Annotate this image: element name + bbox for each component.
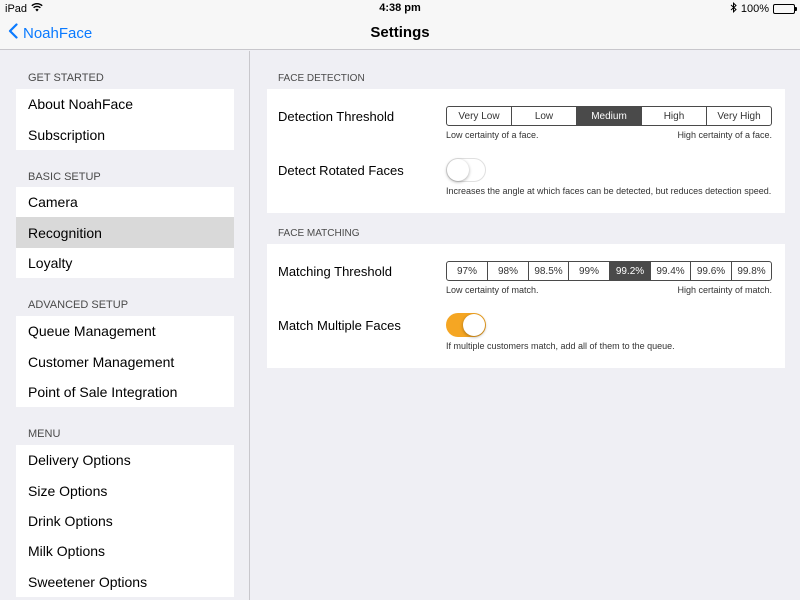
sidebar-item-label: Customer Management — [28, 353, 175, 370]
sidebar-item-size-options[interactable]: Size Options — [16, 475, 234, 505]
sidebar-item-label: Delivery Options — [28, 452, 131, 469]
battery-icon — [773, 4, 797, 14]
sidebar: GET STARTED About NoahFace Subscription … — [0, 51, 250, 600]
matching-option-99[interactable]: 99% — [569, 262, 610, 280]
detection-threshold-label: Detection Threshold — [278, 109, 395, 124]
sidebar-item-label: Drink Options — [28, 512, 113, 529]
sidebar-item-queue-management[interactable]: Queue Management — [16, 316, 234, 346]
detection-option-low[interactable]: Low — [512, 107, 577, 125]
section-header-face-detection: FACE DETECTION — [278, 73, 365, 84]
sidebar-item-recognition[interactable]: Recognition — [16, 217, 234, 248]
sidebar-item-label: Sweetener Options — [28, 573, 148, 590]
sidebar-item-label: Loyalty — [28, 254, 73, 271]
sidebar-item-milk-options[interactable]: Milk Options — [16, 536, 234, 566]
group-face-detection: Detection Threshold Very Low Low Medium … — [267, 89, 785, 213]
match-multiple-faces-hint: If multiple customers match, add all of … — [446, 341, 675, 351]
sidebar-item-subscription[interactable]: Subscription — [16, 119, 234, 149]
detection-hint-high: High certainty of a face. — [677, 130, 772, 140]
detection-option-medium[interactable]: Medium — [577, 107, 642, 125]
matching-option-99-8[interactable]: 99.8% — [732, 262, 771, 280]
matching-option-99-2[interactable]: 99.2% — [610, 262, 651, 280]
sidebar-item-label: Point of Sale Integration — [28, 383, 178, 400]
sidebar-item-pos-integration[interactable]: Point of Sale Integration — [16, 377, 234, 407]
group-face-matching: Matching Threshold 97% 98% 98.5% 99% 99.… — [267, 244, 785, 368]
status-right: 100% — [730, 2, 797, 16]
group-basic-setup: Camera Recognition Loyalty — [16, 187, 234, 279]
sidebar-item-customer-management[interactable]: Customer Management — [16, 346, 234, 376]
group-get-started: About NoahFace Subscription — [16, 89, 234, 150]
matching-option-97[interactable]: 97% — [447, 262, 488, 280]
toggle-knob — [463, 314, 485, 336]
battery-percent: 100% — [740, 3, 769, 15]
matching-threshold-label: Matching Threshold — [278, 264, 392, 279]
sidebar-item-delivery-options[interactable]: Delivery Options — [16, 445, 234, 475]
matching-option-99-4[interactable]: 99.4% — [651, 262, 691, 280]
sidebar-item-loyalty[interactable]: Loyalty — [16, 248, 234, 278]
sidebar-item-label: About NoahFace — [28, 96, 134, 113]
page-title: Settings — [370, 24, 430, 41]
sidebar-item-sweetener-options[interactable]: Sweetener Options — [16, 567, 234, 597]
detail-pane: FACE DETECTION Detection Threshold Very … — [251, 51, 800, 600]
matching-hint-high: High certainty of match. — [677, 285, 772, 295]
toggle-knob — [447, 159, 469, 181]
status-bar: iPad 4:38 pm 100% — [0, 0, 800, 16]
sidebar-item-about[interactable]: About NoahFace — [16, 89, 234, 119]
bluetooth-icon — [730, 2, 737, 16]
section-header-basic-setup: BASIC SETUP — [28, 171, 101, 183]
matching-threshold-control: 97% 98% 98.5% 99% 99.2% 99.4% 99.6% 99.8… — [446, 261, 772, 281]
sidebar-item-camera[interactable]: Camera — [16, 187, 234, 217]
section-header-get-started: GET STARTED — [28, 72, 104, 84]
matching-hint-low: Low certainty of match. — [446, 285, 539, 295]
sidebar-item-label: Size Options — [28, 482, 108, 499]
matching-option-99-6[interactable]: 99.6% — [691, 262, 732, 280]
match-multiple-faces-toggle[interactable] — [446, 313, 486, 337]
detect-rotated-faces-hint: Increases the angle at which faces can b… — [446, 186, 772, 196]
section-header-face-matching: FACE MATCHING — [278, 228, 360, 239]
group-menu: Delivery Options Size Options Drink Opti… — [16, 445, 234, 597]
detection-hint-low: Low certainty of a face. — [446, 130, 539, 140]
navigation-bar: NoahFace Settings — [0, 16, 800, 50]
detection-option-high[interactable]: High — [642, 107, 707, 125]
match-multiple-faces-label: Match Multiple Faces — [278, 318, 401, 333]
matching-option-98-5[interactable]: 98.5% — [529, 262, 569, 280]
sidebar-item-label: Queue Management — [28, 323, 156, 340]
detection-option-very-high[interactable]: Very High — [707, 107, 771, 125]
section-header-advanced-setup: ADVANCED SETUP — [28, 299, 129, 311]
sidebar-item-label: Camera — [28, 194, 78, 211]
status-time: 4:38 pm — [379, 2, 421, 14]
sidebar-item-label: Recognition — [28, 224, 102, 241]
detection-option-very-low[interactable]: Very Low — [447, 107, 512, 125]
group-advanced-setup: Queue Management Customer Management Poi… — [16, 316, 234, 408]
detect-rotated-faces-toggle[interactable] — [446, 158, 486, 182]
sidebar-item-label: Milk Options — [28, 543, 106, 560]
section-header-menu: MENU — [28, 428, 61, 440]
matching-option-98[interactable]: 98% — [488, 262, 529, 280]
sidebar-item-drink-options[interactable]: Drink Options — [16, 506, 234, 536]
detection-threshold-control: Very Low Low Medium High Very High — [446, 106, 772, 126]
detect-rotated-faces-label: Detect Rotated Faces — [278, 163, 404, 178]
sidebar-item-label: Subscription — [28, 126, 106, 143]
